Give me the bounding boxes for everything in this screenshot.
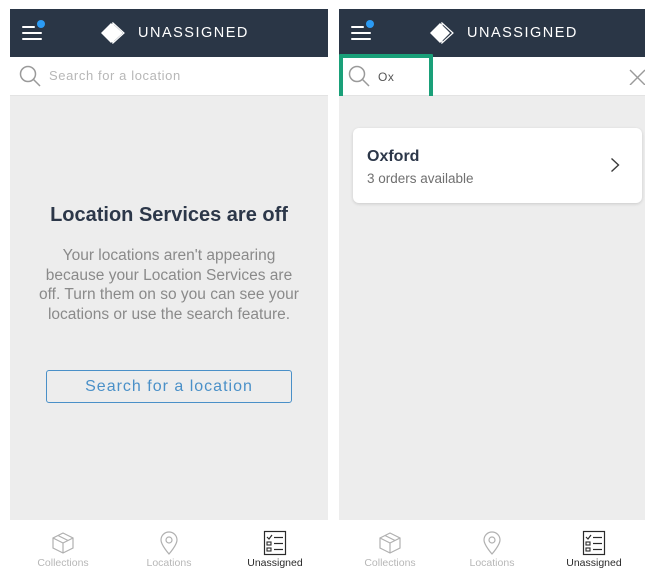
chevron-right-icon	[611, 157, 620, 173]
content-area: Location Services are off Your locations…	[10, 96, 328, 520]
header-brand: UNASSIGNED	[100, 21, 249, 45]
orders-available: 3 orders available	[367, 171, 474, 186]
tab-label: Unassigned	[566, 557, 622, 569]
tab-unassigned[interactable]: Unassigned	[222, 520, 328, 569]
bottom-tab-bar: Collections Locations Unassigned	[10, 520, 328, 569]
diamond-logo-icon	[101, 22, 125, 44]
tab-label: Locations	[469, 557, 515, 569]
empty-state-title: Location Services are off	[50, 204, 288, 226]
search-for-location-button[interactable]: Search for a location	[46, 370, 292, 403]
tab-locations[interactable]: Locations	[116, 520, 222, 569]
search-input[interactable]: Search for a location	[49, 68, 181, 83]
hamburger-menu-icon[interactable]	[22, 20, 45, 44]
map-pin-icon	[483, 531, 501, 555]
search-icon	[348, 65, 370, 87]
tab-collections[interactable]: Collections	[339, 520, 441, 569]
box-icon	[379, 532, 401, 554]
tab-label: Collections	[364, 557, 416, 569]
header-brand: UNASSIGNED	[429, 21, 578, 45]
search-bar[interactable]: Search for a location	[10, 57, 328, 96]
screen-search-results: UNASSIGNED Ox Oxford 3 orders available	[339, 9, 645, 569]
hamburger-menu-icon[interactable]	[351, 20, 374, 44]
screen-location-services-off: UNASSIGNED Search for a location Locatio…	[10, 9, 328, 569]
location-result-card[interactable]: Oxford 3 orders available	[353, 128, 642, 203]
tab-label: Collections	[37, 557, 89, 569]
search-icon	[19, 65, 41, 87]
tab-label: Unassigned	[247, 557, 303, 569]
tab-collections[interactable]: Collections	[10, 520, 116, 569]
checklist-icon	[582, 530, 606, 556]
tab-locations[interactable]: Locations	[441, 520, 543, 569]
notification-dot	[366, 20, 374, 28]
header-title: UNASSIGNED	[138, 25, 249, 41]
search-bar[interactable]: Ox	[339, 57, 645, 96]
checklist-icon	[263, 530, 287, 556]
close-icon[interactable]	[628, 68, 645, 85]
location-name: Oxford	[367, 148, 420, 165]
tab-label: Locations	[146, 557, 192, 569]
content-area: Oxford 3 orders available	[339, 96, 645, 520]
header-title: UNASSIGNED	[467, 25, 578, 41]
app-header: UNASSIGNED	[10, 9, 328, 57]
box-icon	[52, 532, 74, 554]
tab-unassigned[interactable]: Unassigned	[543, 520, 645, 569]
diamond-logo-icon	[430, 22, 454, 44]
app-header: UNASSIGNED	[339, 9, 645, 57]
bottom-tab-bar: Collections Locations Unassigned	[339, 520, 645, 569]
notification-dot	[37, 20, 45, 28]
search-input[interactable]: Ox	[378, 70, 394, 84]
map-pin-icon	[160, 531, 178, 555]
empty-state-message: Your locations aren't appearing because …	[39, 247, 299, 323]
